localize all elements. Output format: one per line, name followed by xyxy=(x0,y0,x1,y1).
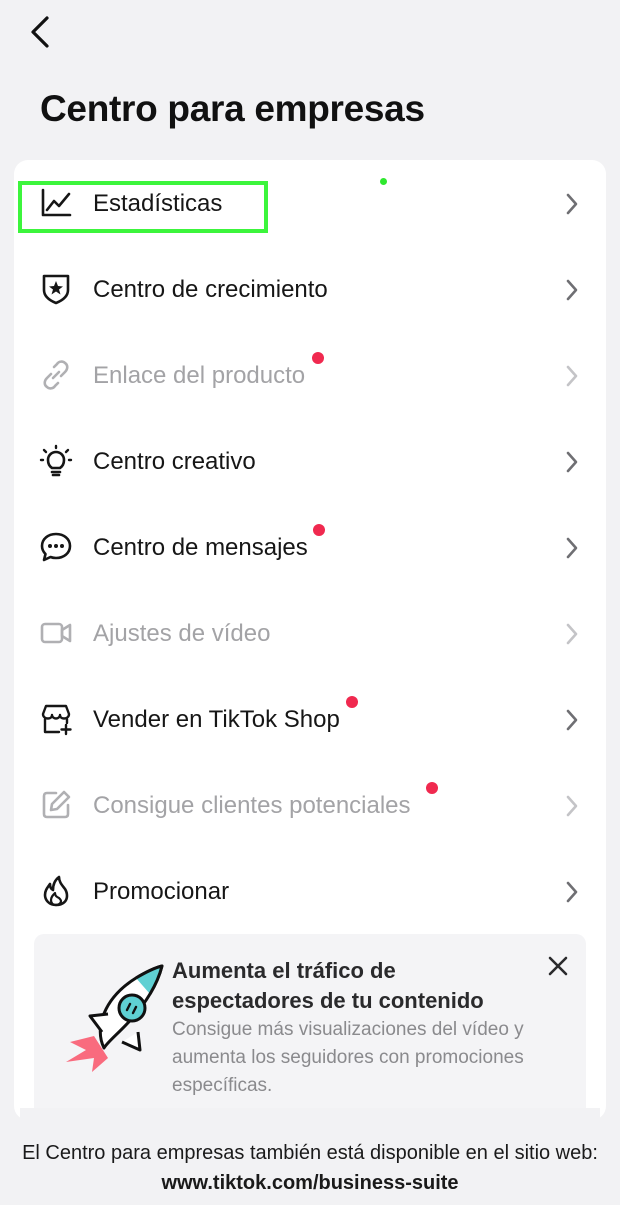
flame-icon xyxy=(38,873,74,909)
menu-item-label: Centro de mensajes xyxy=(93,534,308,561)
chevron-right-icon xyxy=(566,193,578,215)
notification-badge xyxy=(426,782,438,794)
back-button[interactable] xyxy=(22,14,58,50)
chevron-right-icon xyxy=(566,709,578,731)
lightbulb-icon xyxy=(38,443,74,479)
menu-item-label: Ajustes de vídeo xyxy=(93,620,271,647)
chevron-right-icon xyxy=(566,365,578,387)
menu-item-enlace-del-producto[interactable]: Enlace del producto xyxy=(14,332,606,418)
menu-item-label: Vender en TikTok Shop xyxy=(93,706,340,733)
notification-badge xyxy=(312,352,324,364)
chat-bubble-icon xyxy=(38,529,74,565)
chevron-right-icon xyxy=(566,795,578,817)
menu-item-label: Promocionar xyxy=(93,878,230,905)
shop-add-icon xyxy=(38,701,74,737)
promo-title: Aumenta el tráfico de espectadores de tu… xyxy=(172,958,484,1013)
menu-item-centro-creativo[interactable]: Centro creativo xyxy=(14,418,606,504)
promo-banner[interactable]: Aumenta el tráfico de espectadores de tu… xyxy=(34,934,586,1124)
footer-note: El Centro para empresas también está dis… xyxy=(20,1108,600,1205)
menu-item-promocionar[interactable]: Promocionar xyxy=(14,848,606,934)
chevron-right-icon xyxy=(566,451,578,473)
indicator-dot xyxy=(380,178,387,185)
menu-item-consigue-clientes-potenciales[interactable]: Consigue clientes potenciales xyxy=(14,762,606,848)
menu-item-centro-de-crecimiento[interactable]: Centro de crecimiento xyxy=(14,246,606,332)
chevron-right-icon xyxy=(566,279,578,301)
shield-star-icon xyxy=(38,271,74,307)
chevron-right-icon xyxy=(566,537,578,559)
menu-item-label: Centro de crecimiento xyxy=(93,276,328,303)
page-title: Centro para empresas xyxy=(40,88,425,129)
menu-item-vender-en-tiktok-shop[interactable]: Vender en TikTok Shop xyxy=(14,676,606,762)
promo-description: Consigue más visualizaciones del vídeo y… xyxy=(172,1019,524,1096)
menu-item-centro-de-mensajes[interactable]: Centro de mensajes xyxy=(14,504,606,590)
link-icon xyxy=(38,357,74,393)
chevron-right-icon xyxy=(566,881,578,903)
highlight-box xyxy=(18,181,268,233)
notification-badge xyxy=(313,524,325,536)
chevron-right-icon xyxy=(566,623,578,645)
menu-item-label: Enlace del producto xyxy=(93,362,306,389)
close-icon xyxy=(548,956,568,976)
menu-item-label: Consigue clientes potenciales xyxy=(93,792,411,819)
notification-badge xyxy=(346,696,358,708)
footer-text: El Centro para empresas también está dis… xyxy=(22,1142,598,1164)
edit-form-icon xyxy=(38,787,74,823)
menu-item-ajustes-de-video[interactable]: Ajustes de vídeo xyxy=(14,590,606,676)
promo-close-button[interactable] xyxy=(544,952,572,980)
footer-link[interactable]: www.tiktok.com/business-suite xyxy=(161,1172,458,1194)
chevron-left-icon xyxy=(31,16,49,48)
menu-item-label: Centro creativo xyxy=(93,448,256,475)
video-camera-icon xyxy=(38,615,74,651)
